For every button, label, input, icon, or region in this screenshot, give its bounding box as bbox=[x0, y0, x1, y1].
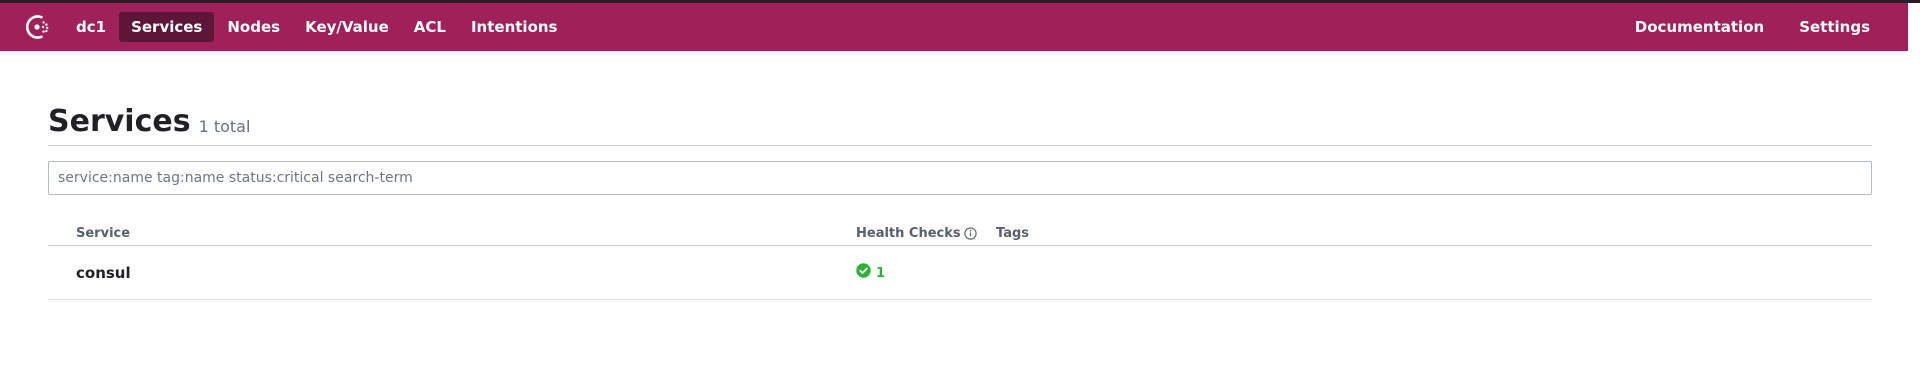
consul-logo-icon[interactable] bbox=[18, 7, 58, 47]
nav-key-value[interactable]: Key/Value bbox=[293, 12, 401, 42]
table-header: Service Health Checks Tags bbox=[48, 221, 1872, 246]
nav-nodes[interactable]: Nodes bbox=[215, 12, 292, 42]
check-circle-icon bbox=[856, 263, 871, 282]
nav-intentions[interactable]: Intentions bbox=[459, 12, 570, 42]
services-table: Service Health Checks Tags consul 1 bbox=[48, 221, 1872, 300]
top-navbar: dc1 Services Nodes Key/Value ACL Intenti… bbox=[0, 3, 1908, 51]
main-content: Services 1 total Service Health Checks T… bbox=[0, 107, 1920, 300]
nav-acl[interactable]: ACL bbox=[402, 12, 458, 42]
column-header-health-label: Health Checks bbox=[856, 225, 961, 241]
health-status: 1 bbox=[856, 263, 885, 282]
info-icon[interactable] bbox=[963, 226, 977, 240]
datacenter-selector[interactable]: dc1 bbox=[64, 12, 118, 42]
service-name[interactable]: consul bbox=[48, 264, 856, 282]
services-total-count: 1 total bbox=[198, 117, 251, 136]
health-checks-cell: 1 bbox=[856, 263, 996, 282]
table-row[interactable]: consul 1 bbox=[48, 246, 1872, 300]
search-input[interactable] bbox=[48, 161, 1872, 195]
primary-nav: dc1 Services Nodes Key/Value ACL Intenti… bbox=[64, 12, 570, 42]
column-header-service: Service bbox=[76, 225, 131, 241]
column-header-health-checks: Health Checks bbox=[856, 226, 996, 241]
passing-checks-count: 1 bbox=[876, 266, 886, 281]
secondary-nav: Documentation Settings bbox=[1613, 12, 1883, 42]
nav-services[interactable]: Services bbox=[119, 12, 215, 42]
search-bar bbox=[48, 161, 1872, 195]
nav-documentation[interactable]: Documentation bbox=[1623, 12, 1776, 42]
page-title: Services bbox=[48, 104, 191, 139]
column-header-tags: Tags bbox=[996, 225, 1030, 241]
page-header: Services 1 total bbox=[48, 107, 1872, 146]
nav-settings[interactable]: Settings bbox=[1787, 12, 1882, 42]
